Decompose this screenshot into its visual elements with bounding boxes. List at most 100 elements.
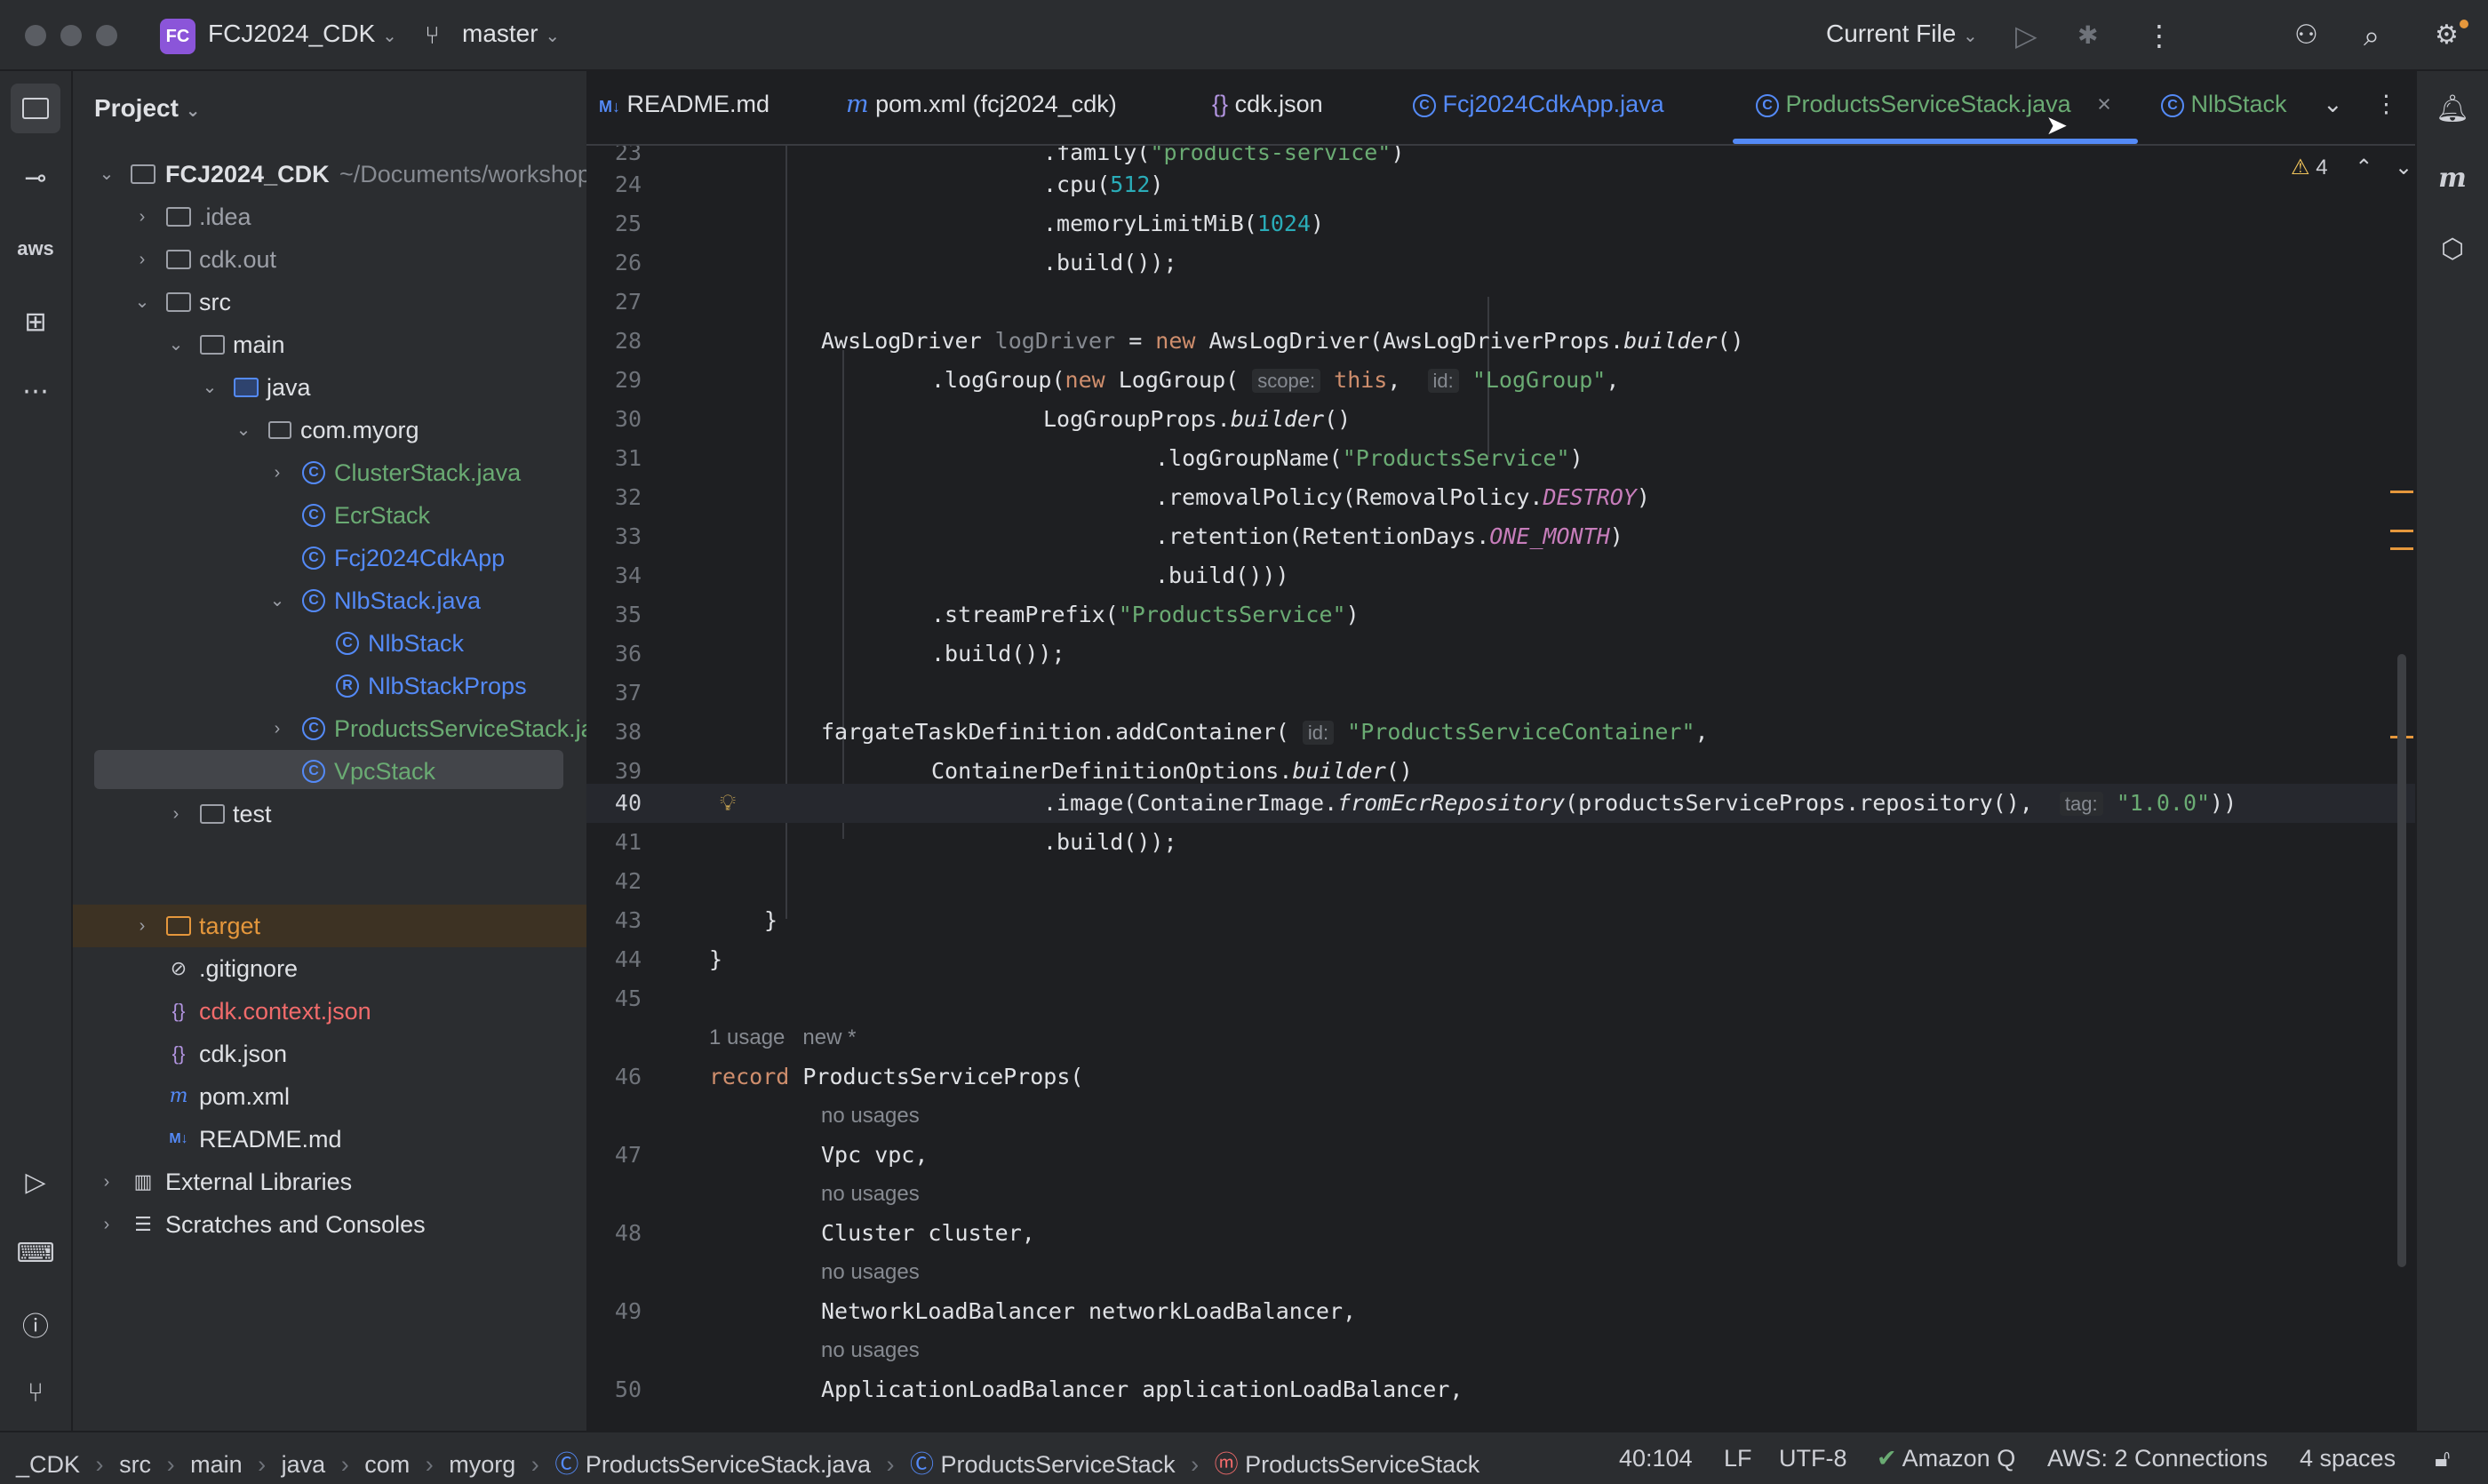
- left-tool-strip: ⊸ aws ⊞ ⋯ ▷ ⌨ ⓘ ⑂: [0, 71, 73, 1431]
- tree-item-target[interactable]: › target: [73, 905, 586, 947]
- project-switcher[interactable]: FCJ2024_CDK ⌄: [208, 20, 397, 48]
- tree-item-cdk-json[interactable]: {} cdk.json: [73, 1033, 586, 1075]
- close-tab-icon[interactable]: ×: [2097, 91, 2111, 117]
- more-actions-icon[interactable]: ⋮: [2145, 20, 2173, 52]
- structure-tool-icon[interactable]: ⊞: [14, 300, 57, 343]
- indent-setting[interactable]: 4 spaces: [2300, 1445, 2396, 1472]
- tab-nlbstack[interactable]: C NlbStack: [2161, 91, 2287, 118]
- tree-item-readme[interactable]: M↓ README.md: [73, 1118, 586, 1161]
- breadcrumb-item[interactable]: com: [364, 1451, 410, 1478]
- file-encoding[interactable]: UTF-8: [1779, 1445, 1847, 1472]
- breadcrumb-item[interactable]: main: [190, 1451, 243, 1478]
- line-separator[interactable]: LF: [1724, 1445, 1752, 1472]
- project-badge[interactable]: FC: [160, 19, 195, 54]
- run-icon[interactable]: ▷: [2015, 20, 2037, 52]
- tabs-more-icon[interactable]: ⋮: [2374, 91, 2398, 118]
- tree-label: NlbStack: [368, 630, 465, 657]
- add-user-icon[interactable]: ⚇: [2294, 20, 2318, 52]
- chevron-down-icon: ⌄: [168, 335, 184, 355]
- run-config-selector[interactable]: Current File ⌄: [1826, 20, 1978, 48]
- git-tool-icon[interactable]: ⑂: [14, 1372, 57, 1415]
- tab-pom-xml[interactable]: m pom.xml (fcj2024_cdk): [846, 91, 1117, 118]
- commit-tool-icon[interactable]: ⊸: [14, 156, 57, 199]
- zoom-window-button[interactable]: [96, 25, 117, 46]
- tree-item-java[interactable]: ⌄ java: [73, 366, 586, 409]
- code-editor[interactable]: ⚠ 4 ⌃ ⌄ 23 .family("products-service") 24…: [586, 146, 2415, 1431]
- code-lens-no-usages[interactable]: no usages: [821, 1182, 920, 1207]
- debug-icon[interactable]: ✱: [2077, 20, 2098, 52]
- tree-path-hint: ~/Documents/workshop: [339, 161, 586, 187]
- tree-item-clusterstack[interactable]: › C ClusterStack.java: [73, 451, 586, 494]
- code-lens-no-usages[interactable]: no usages: [821, 1338, 920, 1363]
- tree-item-fcj2024cdkapp[interactable]: C Fcj2024CdkApp: [73, 537, 586, 579]
- minimize-window-button[interactable]: [60, 25, 82, 46]
- breadcrumb-item[interactable]: ProductsServiceStack: [1245, 1451, 1479, 1478]
- tree-item-src[interactable]: ⌄ src: [73, 281, 586, 323]
- tab-readme[interactable]: M↓ README.md: [599, 91, 770, 118]
- tree-label: src: [199, 289, 231, 315]
- lock-icon[interactable]: 🔓︎: [2435, 1445, 2451, 1473]
- code-text: Cluster cluster,: [821, 1220, 1035, 1246]
- project-panel-title[interactable]: Project ⌄: [94, 94, 200, 123]
- search-icon[interactable]: ⌕: [2364, 20, 2380, 52]
- terminal-tool-icon[interactable]: ⌨: [14, 1232, 57, 1274]
- tree-item-cdk-context-json[interactable]: {} cdk.context.json: [73, 990, 586, 1033]
- breadcrumb-item[interactable]: src: [119, 1451, 151, 1478]
- tree-item-productsservicestack[interactable]: › C ProductsServiceStack.java: [73, 707, 586, 750]
- project-tool-icon[interactable]: [11, 84, 60, 133]
- breadcrumb-item[interactable]: java: [282, 1451, 326, 1478]
- close-window-button[interactable]: [25, 25, 46, 46]
- settings-gear-icon[interactable]: ⚙: [2435, 20, 2459, 52]
- more-tools-icon[interactable]: ⋯: [14, 370, 57, 412]
- tree-item-test[interactable]: › test: [73, 793, 586, 835]
- tabs-dropdown-icon[interactable]: ⌄: [2323, 91, 2343, 118]
- code-text: Vpc vpc,: [821, 1142, 929, 1168]
- notifications-bell-icon[interactable]: 🔔︎: [2431, 87, 2474, 130]
- breadcrumb-item[interactable]: myorg: [449, 1451, 515, 1478]
- caret-position[interactable]: 40:104: [1619, 1445, 1693, 1472]
- method-icon: ⓜ: [1214, 1451, 1239, 1478]
- json-file-icon: {}: [171, 1042, 186, 1065]
- maven-tool-icon[interactable]: m: [2431, 156, 2474, 199]
- project-panel: Project ⌄ ⌄ FCJ2024_CDK ~/Documents/work…: [73, 71, 586, 1431]
- tree-item-ecrstack[interactable]: C EcrStack: [73, 494, 586, 537]
- aws-toolkit-icon[interactable]: aws: [14, 227, 57, 270]
- problems-tool-icon[interactable]: ⓘ: [14, 1303, 57, 1345]
- branch-switcher[interactable]: master ⌄: [462, 20, 560, 48]
- tree-item-cdk-out[interactable]: › cdk.out: [73, 238, 586, 281]
- services-tool-icon[interactable]: ▷: [14, 1161, 57, 1203]
- breadcrumb-item[interactable]: ProductsServiceStack: [941, 1451, 1176, 1478]
- tree-item-gitignore[interactable]: ⊘ .gitignore: [73, 947, 586, 990]
- chevron-down-icon: ⌄: [1963, 27, 1978, 46]
- tab-fcj2024cdkapp[interactable]: C Fcj2024CdkApp.java: [1413, 91, 1664, 118]
- amazon-q-icon[interactable]: ⬡: [2431, 227, 2474, 270]
- branch-icon: ⑂: [425, 21, 440, 49]
- aws-connections[interactable]: AWS: 2 Connections: [2047, 1445, 2268, 1472]
- usage-count: 1 usage: [709, 1025, 785, 1049]
- amazon-q-status[interactable]: ✔ Amazon Q: [1877, 1445, 2015, 1472]
- lightbulb-icon[interactable]: 💡︎: [720, 784, 736, 823]
- tree-item-com-myorg[interactable]: ⌄ com.myorg: [73, 409, 586, 451]
- code-lens-no-usages[interactable]: no usages: [821, 1260, 920, 1285]
- breadcrumb-item[interactable]: ProductsServiceStack.java: [586, 1451, 871, 1478]
- tree-item-nlbstack[interactable]: C NlbStack: [73, 622, 586, 665]
- tree-item-external-libraries[interactable]: › ▥ External Libraries: [73, 1161, 586, 1203]
- code-lens-no-usages[interactable]: no usages: [821, 1104, 920, 1129]
- code-line: 42: [614, 868, 642, 894]
- tree-item-scratches[interactable]: › ☰ Scratches and Consoles: [73, 1203, 586, 1246]
- tree-item-nlbstack-java[interactable]: ⌄ C NlbStack.java: [73, 579, 586, 622]
- tab-cdk-json[interactable]: {} cdk.json: [1212, 91, 1323, 118]
- tree-item-project-root[interactable]: ⌄ FCJ2024_CDK ~/Documents/workshop: [73, 153, 586, 195]
- chevron-right-icon: ›: [274, 719, 281, 738]
- code-text: .streamPrefix("ProductsService"): [931, 602, 1360, 627]
- chevron-right-icon: ›: [139, 207, 146, 227]
- tree-item-pom-xml[interactable]: m pom.xml: [73, 1075, 586, 1118]
- tree-item-idea[interactable]: › .idea: [73, 195, 586, 238]
- tree-item-vpcstack[interactable]: C VpcStack: [73, 750, 586, 793]
- code-lens-usages[interactable]: 1 usage new *: [709, 1025, 856, 1050]
- breadcrumb-item[interactable]: _CDK: [16, 1451, 80, 1478]
- tree-item-nlbstackprops[interactable]: R NlbStackProps: [73, 665, 586, 707]
- tab-label: Fcj2024CdkApp.java: [1442, 91, 1664, 117]
- chevron-right-icon: ›: [340, 1451, 349, 1478]
- tree-item-main[interactable]: ⌄ main: [73, 323, 586, 366]
